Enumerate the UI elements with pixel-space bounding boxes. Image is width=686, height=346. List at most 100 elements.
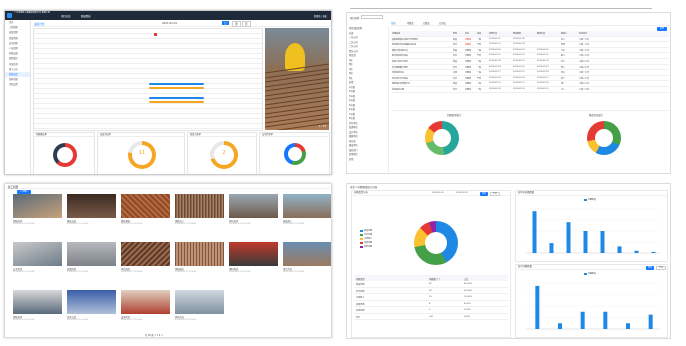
photo-thumbnail[interactable] xyxy=(175,194,224,218)
table-cell: 2019-01-20 xyxy=(513,65,525,68)
progress-dashboard-window: 广东省建筑工程集团有限公司 智慧工地 项目总览 数据看板 管理员 | 退出 首页… xyxy=(4,10,332,175)
gantt-row-line xyxy=(34,93,262,94)
tab-1[interactable]: 待整改 xyxy=(407,21,414,25)
tab-0[interactable]: 全部 xyxy=(391,21,395,25)
photo-date: 2019-05-12 13:25:00 xyxy=(175,319,197,321)
legend-label: 文明施工 xyxy=(364,238,373,240)
tab-2[interactable]: 已整改 xyxy=(423,21,430,25)
table-cell: 洞口防护栏杆缺失 xyxy=(392,77,409,80)
photo-thumbnail[interactable] xyxy=(175,290,224,314)
table-cell: 2019-01-15 xyxy=(537,87,549,90)
date-to[interactable]: 2019-12-31 xyxy=(456,192,468,194)
bar[interactable] xyxy=(603,311,608,329)
month-bar-panel: 各月问题数量 查询 导出 问题数量 xyxy=(515,264,668,338)
table-cell: 2019-01-18 xyxy=(513,76,525,79)
search-input[interactable] xyxy=(361,15,383,19)
tab-week[interactable]: 周 xyxy=(232,21,241,27)
bar[interactable] xyxy=(558,323,562,329)
gantt-bar[interactable] xyxy=(149,87,204,89)
photo-thumbnail[interactable] xyxy=(67,242,116,266)
photo-item[interactable]: 技术交底 2019-05-12 13:25:00 xyxy=(67,290,116,324)
table-cell: 5 xyxy=(429,309,431,311)
bar[interactable] xyxy=(583,231,588,253)
gauge-value: 11 xyxy=(138,150,146,156)
gantt-row-line xyxy=(34,118,262,119)
photo-thumbnail[interactable] xyxy=(175,242,224,266)
table-cell: 严重 xyxy=(477,77,482,80)
nav-item-overview[interactable]: 项目总览 xyxy=(61,14,71,18)
bar[interactable] xyxy=(600,231,605,253)
bar[interactable] xyxy=(580,311,585,329)
bar[interactable] xyxy=(532,211,537,253)
bar[interactable] xyxy=(535,285,540,329)
pagination[interactable]: 共 18 条 < 1 2 > xyxy=(145,333,163,337)
tab-month[interactable]: 月 xyxy=(242,21,251,27)
photo-item[interactable]: 钢筋加工 2019-05-12 13:25:00 xyxy=(175,194,224,228)
table-cell: 一般 xyxy=(477,72,482,75)
tree-node[interactable]: 其他 xyxy=(349,158,388,163)
gantt-bar[interactable] xyxy=(149,83,204,85)
table-row[interactable]: 合计 100 100% xyxy=(354,314,508,320)
photo-item[interactable]: 钢筋验收 2019-05-12 13:25:00 xyxy=(13,194,62,228)
user-menu[interactable]: 管理员 | 退出 xyxy=(314,14,327,18)
photo-thumbnail[interactable] xyxy=(13,290,62,314)
export-button-2[interactable]: 导出 xyxy=(656,265,666,270)
nav-item-board[interactable]: 数据看板 xyxy=(81,14,91,18)
table-cell: 100% xyxy=(464,315,470,318)
photo-thumbnail[interactable] xyxy=(121,194,170,218)
photo-thumbnail[interactable] xyxy=(13,194,62,218)
gantt-bar[interactable] xyxy=(149,101,204,103)
table-cell: 2019-01-19 xyxy=(537,65,549,68)
bar[interactable] xyxy=(626,323,630,329)
gantt-bar[interactable] xyxy=(149,97,204,99)
query-button[interactable]: 查询 xyxy=(480,191,488,196)
table-cell: 质量问题 xyxy=(356,284,365,286)
photo-thumbnail[interactable] xyxy=(121,290,170,314)
table-row[interactable]: 消防器材过期 安全 已整改 一般 2019-01-14 2019-01-16 2019-01… xyxy=(391,87,669,93)
photo-item[interactable]: 设备检查 2019-05-12 13:25:00 xyxy=(121,290,170,324)
tab-day[interactable]: 日 xyxy=(222,21,229,25)
photo-item[interactable]: 楼板钢筋 2019-05-12 13:25:00 xyxy=(121,194,170,228)
date-picker[interactable]: 2021-02-01 xyxy=(162,22,177,25)
bar[interactable] xyxy=(634,250,639,253)
gantt-row-line xyxy=(34,88,262,89)
bar[interactable] xyxy=(648,314,653,329)
photo-item[interactable]: 焊接作业 2019-05-12 13:25:00 xyxy=(175,290,224,324)
photo-item[interactable]: 钢筋绑扎 2019-05-12 13:25:00 xyxy=(175,242,224,276)
photo-item[interactable]: 塔吊作业 2019-05-12 13:25:00 xyxy=(283,242,331,276)
table-cell: 工程三公司 xyxy=(579,83,590,86)
legend-swatch xyxy=(360,245,363,248)
photo-item[interactable]: 安全检查 2019-05-12 13:25:00 xyxy=(13,242,62,276)
photo-thumbnail[interactable] xyxy=(283,194,331,218)
photo-item[interactable]: 钢筋原材 2019-05-12 13:25:00 xyxy=(13,290,62,324)
gantt-row-line xyxy=(34,83,262,84)
photo-item[interactable]: 质量验收 2019-05-12 13:25:00 xyxy=(67,242,116,276)
photo-item[interactable]: 模板安装 2019-05-12 13:25:00 xyxy=(67,194,116,228)
photo-thumbnail[interactable] xyxy=(229,242,278,266)
photo-item[interactable]: 现场巡查 2019-05-12 13:25:00 xyxy=(121,242,170,276)
bar[interactable] xyxy=(651,251,656,253)
table-cell: 进度问题 xyxy=(356,303,365,306)
bar[interactable] xyxy=(617,246,622,253)
photo-item[interactable]: 基础施工 2019-05-12 13:25:00 xyxy=(283,194,331,228)
date-from[interactable]: 2019-01-01 xyxy=(432,192,444,194)
bar[interactable] xyxy=(566,222,571,253)
query-button-2[interactable]: 查询 xyxy=(646,265,654,270)
legend-item[interactable]: 其他问题 xyxy=(360,245,372,249)
milestone-icon[interactable] xyxy=(154,33,157,36)
photo-item[interactable]: 钢材堆放 2019-05-12 13:25:00 xyxy=(229,242,278,276)
site-photo[interactable]: 1 / 10 xyxy=(265,28,329,130)
photo-thumbnail[interactable] xyxy=(121,242,170,266)
photo-thumbnail[interactable] xyxy=(67,194,116,218)
table-cell: 混凝土养护不到位 xyxy=(392,60,409,63)
bar[interactable] xyxy=(549,243,554,253)
export-button[interactable]: 导出 xyxy=(490,191,500,196)
sidebar-item[interactable]: 系统设置 xyxy=(5,82,30,87)
tab-3[interactable]: 已完成 xyxy=(439,21,446,25)
photo-thumbnail[interactable] xyxy=(229,194,278,218)
photo-item[interactable]: 材料进场 2019-05-12 13:25:00 xyxy=(229,194,278,228)
photo-thumbnail[interactable] xyxy=(283,242,331,266)
photo-thumbnail[interactable] xyxy=(13,242,62,266)
photo-thumbnail[interactable] xyxy=(67,290,116,314)
photo-date: 2019-05-12 13:25:00 xyxy=(175,223,197,225)
